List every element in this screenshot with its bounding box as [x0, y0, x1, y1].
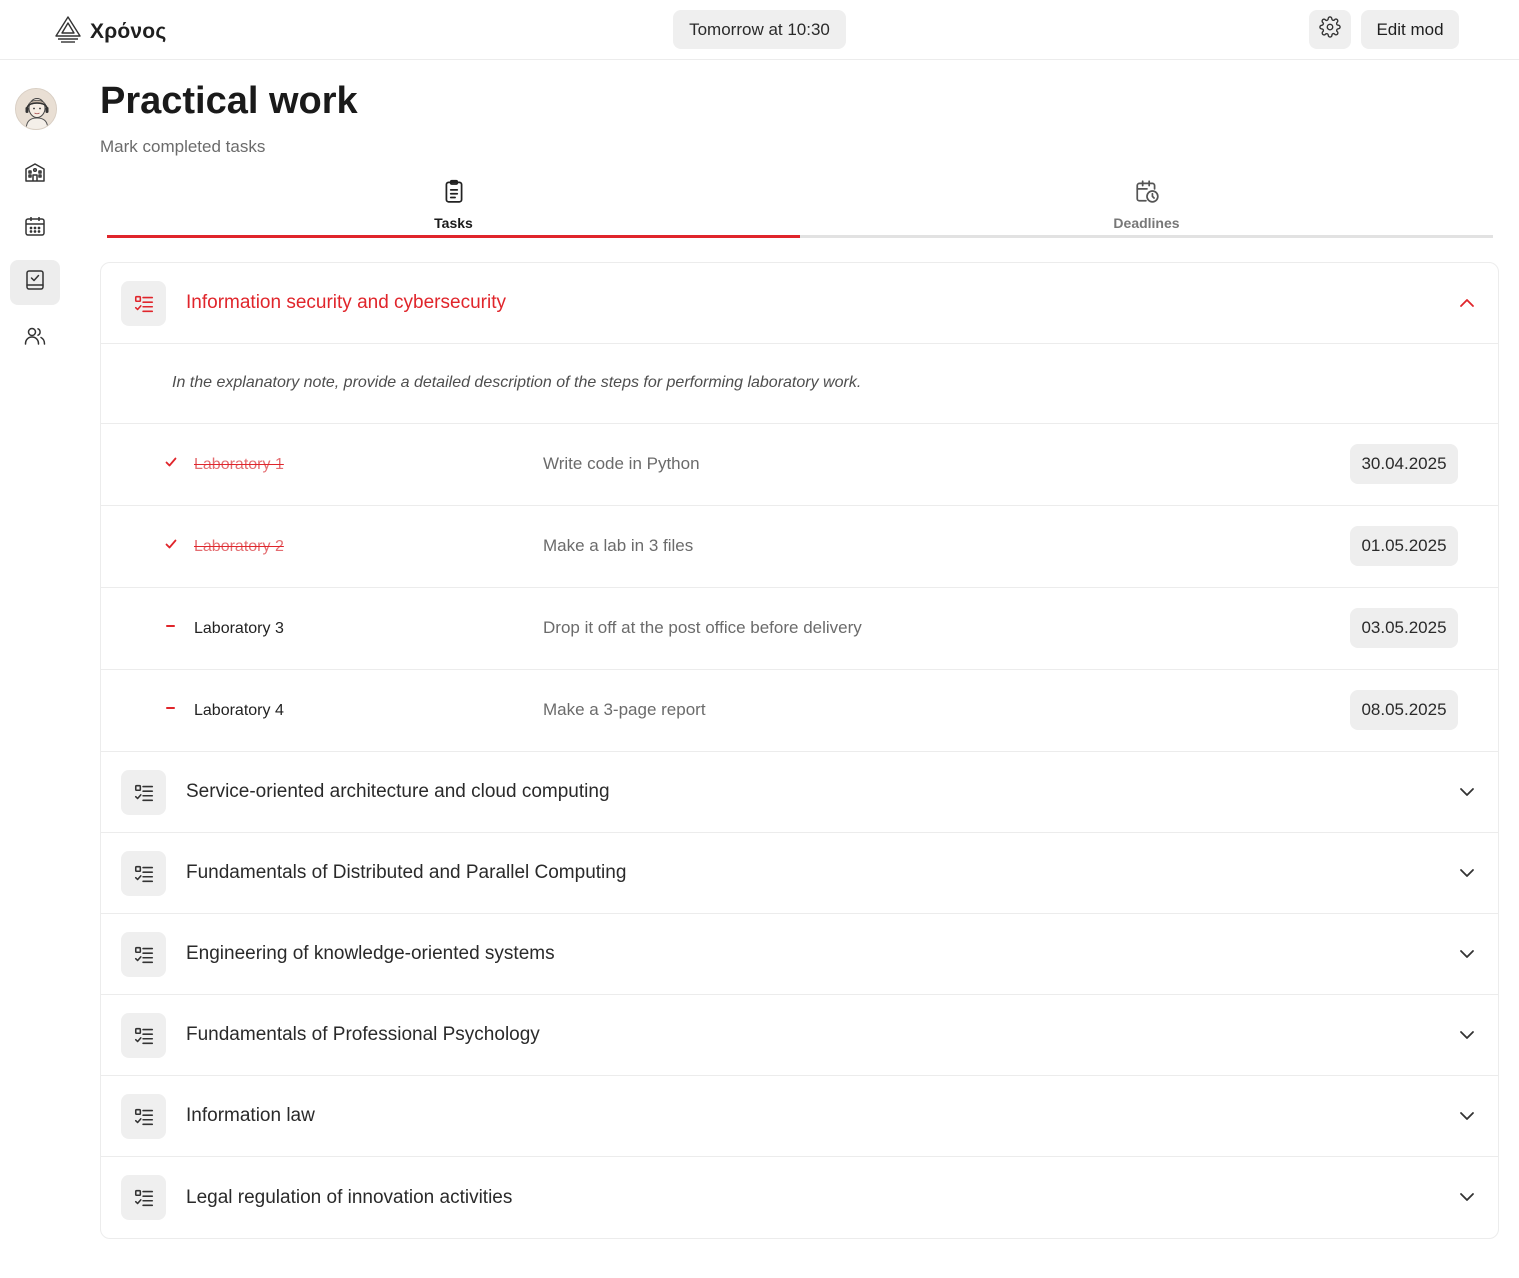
checklist-icon — [121, 1175, 166, 1220]
minus-icon[interactable] — [164, 619, 178, 633]
settings-button[interactable] — [1309, 10, 1351, 49]
task-date-badge: 03.05.2025 — [1350, 608, 1458, 648]
task-row[interactable]: Laboratory 1 Write code in Python 30.04.… — [101, 424, 1498, 506]
task-date-badge: 30.04.2025 — [1350, 444, 1458, 484]
check-icon[interactable] — [164, 455, 178, 469]
clipboard-icon — [441, 170, 467, 209]
checklist-icon — [121, 932, 166, 977]
checklist-icon — [121, 281, 166, 326]
task-name: Laboratory 3 — [194, 620, 284, 637]
subject-title: Engineering of knowledge-oriented system… — [186, 943, 555, 964]
subject-header[interactable]: Information security and cybersecurity — [101, 263, 1498, 344]
subject-title: Fundamentals of Distributed and Parallel… — [186, 862, 627, 883]
tab-bar: Tasks Deadlines — [107, 170, 1493, 238]
checklist-icon — [121, 1094, 166, 1139]
task-row[interactable]: Laboratory 2 Make a lab in 3 files 01.05… — [101, 506, 1498, 588]
subject-header[interactable]: Legal regulation of innovation activitie… — [101, 1157, 1498, 1238]
users-icon — [23, 324, 47, 353]
chevron-down-icon[interactable] — [1458, 945, 1476, 963]
subject-header[interactable]: Fundamentals of Distributed and Parallel… — [101, 833, 1498, 914]
subject-title: Information security and cybersecurity — [186, 292, 506, 313]
tab-label: Tasks — [434, 215, 473, 231]
task-name: Laboratory 2 — [194, 538, 284, 555]
task-name: Laboratory 4 — [194, 702, 284, 719]
subject-title: Fundamentals of Professional Psychology — [186, 1024, 540, 1045]
sidebar — [0, 60, 70, 1278]
chevron-down-icon[interactable] — [1458, 783, 1476, 801]
task-description: Make a 3-page report — [543, 700, 706, 719]
checklist-icon — [121, 851, 166, 896]
calendar-icon — [23, 214, 47, 243]
sidebar-item-buildings[interactable] — [10, 152, 60, 197]
subject-title: Information law — [186, 1105, 315, 1126]
minus-icon[interactable] — [164, 701, 178, 715]
task-description: Write code in Python — [543, 454, 700, 473]
page-title: Practical work — [100, 80, 358, 122]
tab-label: Deadlines — [1113, 215, 1180, 231]
page-subtitle: Mark completed tasks — [100, 137, 266, 156]
chevron-down-icon[interactable] — [1458, 1026, 1476, 1044]
subject-header[interactable]: Service-oriented architecture and cloud … — [101, 752, 1498, 833]
next-event-pill[interactable]: Tomorrow at 10:30 — [673, 10, 846, 49]
sidebar-item-tasks[interactable] — [10, 260, 60, 305]
tab-deadlines[interactable]: Deadlines — [800, 170, 1493, 238]
app-name: Χρόνος — [90, 19, 167, 43]
subjects-accordion: Information security and cybersecurity I… — [100, 262, 1499, 1239]
checklist-icon — [121, 1013, 166, 1058]
note-text: In the explanatory note, provide a detai… — [172, 374, 862, 391]
gear-icon — [1319, 16, 1341, 43]
check-icon[interactable] — [164, 537, 178, 551]
subject-title: Legal regulation of innovation activitie… — [186, 1186, 513, 1208]
subject-note: In the explanatory note, provide a detai… — [101, 344, 1498, 424]
tab-indicator — [800, 235, 1493, 238]
chevron-down-icon[interactable] — [1458, 1107, 1476, 1125]
tab-tasks[interactable]: Tasks — [107, 170, 800, 238]
tasks-icon — [23, 268, 47, 297]
calendar-clock-icon — [1134, 170, 1160, 209]
task-name: Laboratory 1 — [194, 456, 284, 473]
chevron-up-icon[interactable] — [1458, 294, 1476, 312]
avatar[interactable] — [15, 88, 57, 130]
chevron-down-icon[interactable] — [1458, 864, 1476, 882]
chevron-down-icon[interactable] — [1458, 1188, 1476, 1206]
tab-indicator — [107, 235, 800, 238]
subject-title: Service-oriented architecture and cloud … — [186, 781, 610, 802]
pyramid-logo-icon — [54, 14, 82, 49]
task-date-badge: 08.05.2025 — [1350, 690, 1458, 730]
sidebar-item-users[interactable] — [10, 316, 60, 361]
task-row[interactable]: Laboratory 3 Drop it off at the post off… — [101, 588, 1498, 670]
subject-header[interactable]: Engineering of knowledge-oriented system… — [101, 914, 1498, 995]
edit-mode-button[interactable]: Edit mod — [1361, 10, 1459, 49]
task-description: Make a lab in 3 files — [543, 536, 694, 555]
task-row[interactable]: Laboratory 4 Make a 3-page report 08.05.… — [101, 670, 1498, 752]
subject-header[interactable]: Fundamentals of Professional Psychology — [101, 995, 1498, 1076]
app-logo[interactable]: Χρόνος — [54, 14, 166, 49]
task-description: Drop it off at the post office before de… — [543, 618, 862, 637]
building-icon — [23, 160, 47, 189]
subject-header[interactable]: Information law — [101, 1076, 1498, 1157]
top-header: Χρόνος Tomorrow at 10:30 Edit mod — [0, 0, 1519, 60]
checklist-icon — [121, 770, 166, 815]
sidebar-item-schedule[interactable] — [10, 206, 60, 251]
task-date-badge: 01.05.2025 — [1350, 526, 1458, 566]
